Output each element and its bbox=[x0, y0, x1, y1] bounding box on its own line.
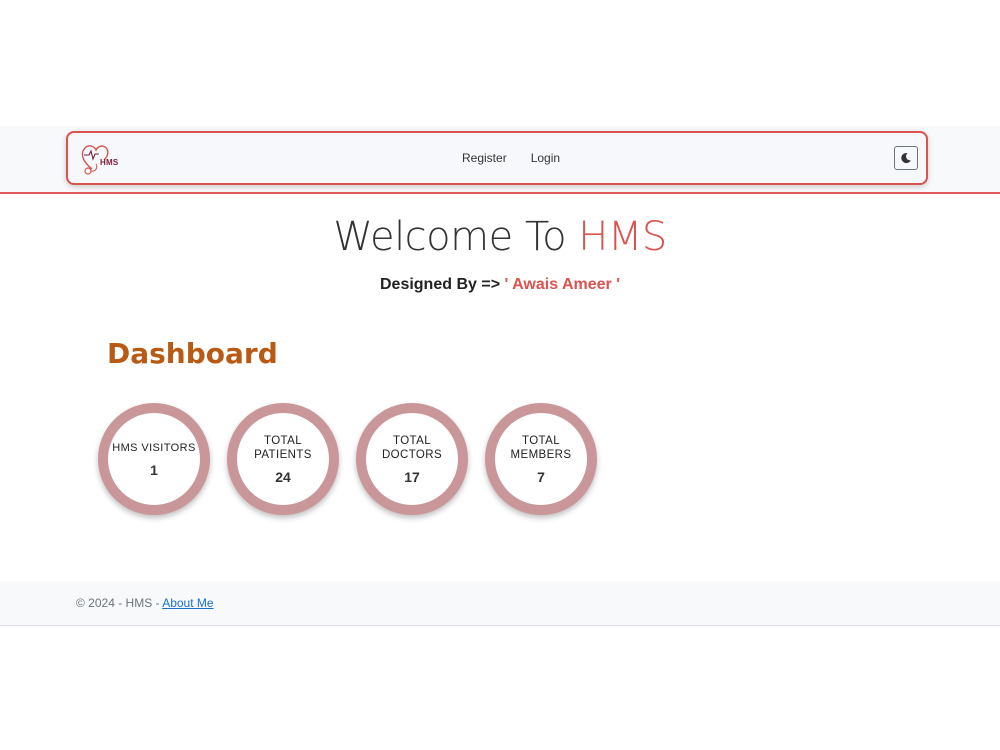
theme-toggle-button[interactable] bbox=[894, 146, 918, 170]
footer: © 2024 - HMS - About Me bbox=[0, 581, 1000, 626]
designer-name: ' Awais Ameer ' bbox=[504, 276, 620, 293]
dashboard-title: Dashboard bbox=[107, 337, 278, 370]
welcome-prefix: Welcome To bbox=[333, 214, 579, 260]
stat-value: 7 bbox=[537, 468, 545, 485]
stat-card-doctors: TOTAL DOCTORS 17 bbox=[356, 403, 468, 515]
brand-text: HMS bbox=[100, 158, 119, 167]
stat-value: 17 bbox=[404, 468, 420, 485]
stat-label: HMS VISITORS bbox=[112, 441, 196, 454]
moon-icon bbox=[901, 153, 911, 164]
navbar: HMS Register Login bbox=[66, 131, 928, 185]
nav-links: Register Login bbox=[462, 133, 560, 183]
welcome-highlight: HMS bbox=[578, 214, 667, 260]
stat-card-patients: TOTAL PATIENTS 24 bbox=[227, 403, 339, 515]
login-link[interactable]: Login bbox=[531, 151, 560, 165]
stat-card-members: TOTAL MEMBERS 7 bbox=[485, 403, 597, 515]
designed-by-line: Designed By => ' Awais Ameer ' bbox=[0, 276, 1000, 294]
about-me-link[interactable]: About Me bbox=[162, 596, 213, 610]
stat-label: TOTAL PATIENTS bbox=[254, 434, 312, 461]
register-link[interactable]: Register bbox=[462, 151, 507, 165]
stat-label: TOTAL MEMBERS bbox=[510, 434, 572, 461]
brand-logo[interactable]: HMS bbox=[78, 139, 130, 179]
designed-prefix: Designed By => bbox=[379, 276, 505, 293]
stat-value: 1 bbox=[150, 461, 158, 478]
welcome-heading: Welcome To HMS bbox=[0, 214, 1000, 260]
stat-value: 24 bbox=[275, 468, 291, 485]
stat-card-visitors: HMS VISITORS 1 bbox=[98, 403, 210, 515]
stat-label: TOTAL DOCTORS bbox=[381, 434, 443, 461]
copyright-text: © 2024 - HMS - bbox=[76, 596, 163, 610]
footer-text: © 2024 - HMS - About Me bbox=[76, 596, 214, 610]
